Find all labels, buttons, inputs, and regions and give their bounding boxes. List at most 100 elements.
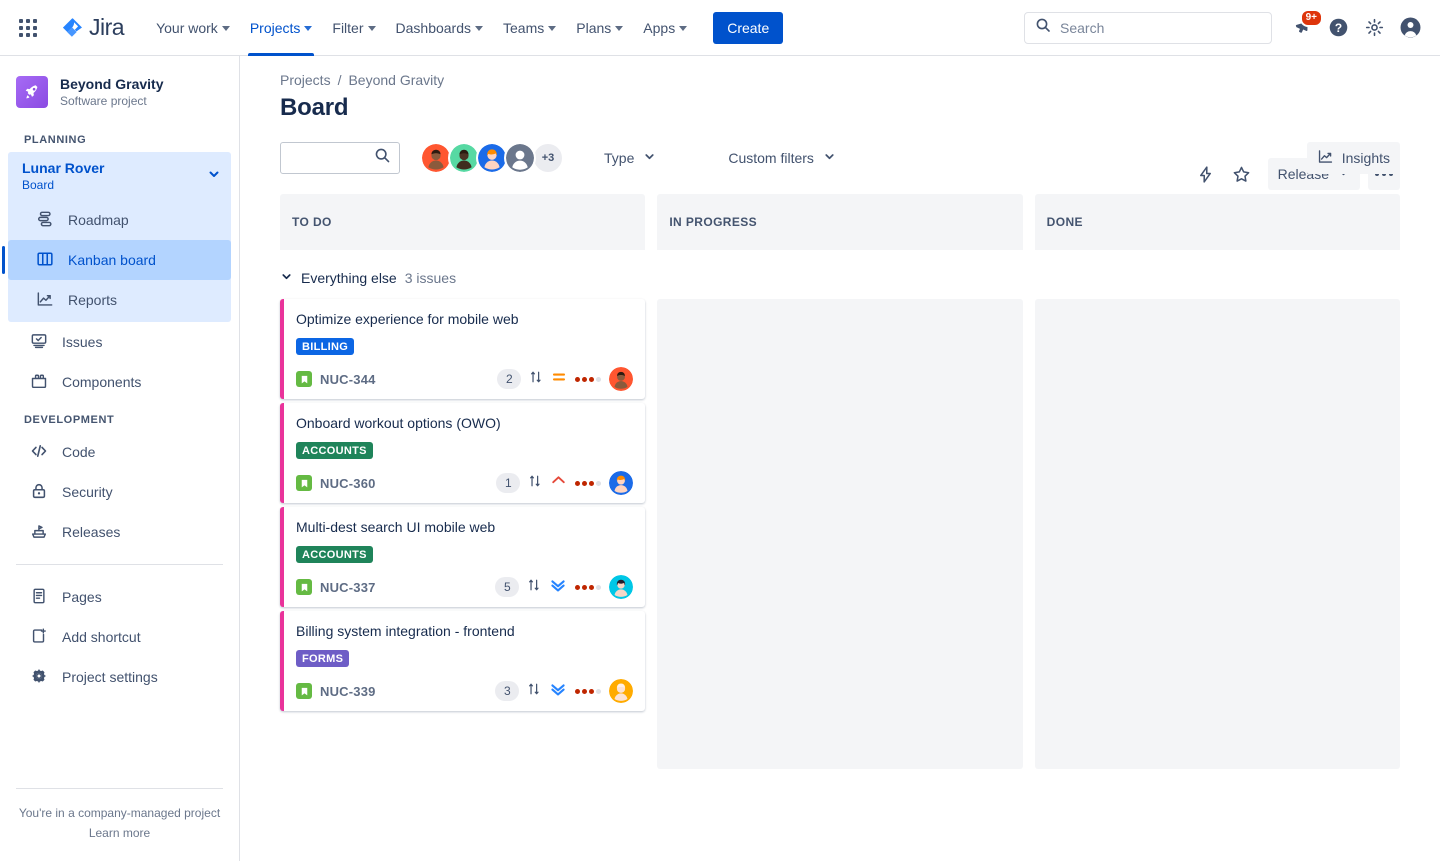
issue-card[interactable]: Optimize experience for mobile web BILLI… — [280, 299, 645, 399]
help-button[interactable]: ? — [1322, 12, 1354, 44]
issue-assignee-avatar[interactable] — [609, 575, 633, 599]
chevron-down-icon — [368, 26, 376, 31]
priority-high-icon — [550, 472, 567, 494]
sidebar-item-label: Code — [62, 444, 95, 460]
issue-card-footer: NUC-344 2 — [296, 367, 633, 391]
chevron-down-icon[interactable] — [207, 167, 221, 186]
nav-item-label: Apps — [643, 20, 675, 36]
more-dots-indicator — [575, 377, 601, 382]
notifications-button[interactable]: 9+ — [1286, 12, 1318, 44]
board-group-header[interactable]: Lunar Rover Board — [8, 152, 231, 200]
settings-button[interactable] — [1358, 12, 1390, 44]
avatar-member-4[interactable] — [504, 142, 536, 174]
custom-filters-dropdown[interactable]: Custom filters — [718, 142, 846, 174]
grid-apps-icon[interactable] — [12, 12, 44, 44]
breadcrumb-separator: / — [338, 72, 342, 88]
chevron-down-icon — [679, 26, 687, 31]
sidebar-item-security[interactable]: Security — [8, 472, 231, 512]
story-bookmark-icon — [296, 371, 312, 387]
jira-logo-mark — [60, 16, 84, 40]
global-search-input[interactable] — [1060, 20, 1261, 36]
sidebar-item-issues[interactable]: Issues — [8, 322, 231, 362]
issue-assignee-avatar[interactable] — [609, 367, 633, 391]
breadcrumb-projects[interactable]: Projects — [280, 72, 331, 88]
nav-item-filter[interactable]: Filter — [322, 0, 385, 56]
issue-estimate-badge: 2 — [497, 369, 521, 389]
profile-avatar-button[interactable] — [1394, 12, 1426, 44]
column-done: DONE — [1035, 194, 1400, 250]
lane-column-done[interactable] — [1035, 299, 1400, 769]
nav-item-apps[interactable]: Apps — [633, 0, 697, 56]
sidebar-item-components[interactable]: Components — [8, 362, 231, 402]
issue-key[interactable]: NUC-360 — [320, 476, 376, 491]
chevron-down-icon — [643, 150, 656, 166]
jira-logo[interactable]: Jira — [60, 14, 124, 41]
project-header[interactable]: Beyond Gravity Software project — [0, 56, 239, 122]
issue-label-chip: ACCOUNTS — [296, 442, 373, 459]
sidebar-item-pages[interactable]: Pages — [8, 577, 231, 617]
nav-item-teams[interactable]: Teams — [493, 0, 566, 56]
sidebar-item-releases[interactable]: Releases — [8, 512, 231, 552]
more-dots-indicator — [575, 481, 601, 486]
breadcrumb-beyond-gravity[interactable]: Beyond Gravity — [348, 72, 444, 88]
section-label-planning: PLANNING — [0, 128, 239, 152]
column-header: DONE — [1035, 194, 1400, 250]
nav-item-plans[interactable]: Plans — [566, 0, 633, 56]
board-search[interactable] — [280, 142, 400, 174]
issue-card-footer: NUC-360 1 — [296, 471, 633, 495]
column-header: TO DO — [280, 194, 645, 250]
board-group-subtitle: Board — [22, 178, 207, 192]
branch-icon — [528, 474, 542, 493]
insights-label: Insights — [1342, 150, 1390, 166]
sidebar-item-code[interactable]: Code — [8, 432, 231, 472]
issue-key[interactable]: NUC-339 — [320, 684, 376, 699]
board-filters: +3 Type Custom filters — [280, 142, 1400, 174]
lane-column-todo[interactable]: Optimize experience for mobile web BILLI… — [280, 299, 645, 769]
sidebar-item-label: Roadmap — [68, 212, 129, 228]
filter-type-dropdown[interactable]: Type — [594, 142, 666, 174]
releases-ship-icon — [30, 522, 48, 543]
nav-item-your-work[interactable]: Your work — [146, 0, 240, 56]
sidebar-item-kanban-board[interactable]: Kanban board — [8, 240, 231, 280]
breadcrumb: Projects / Beyond Gravity — [280, 72, 1400, 88]
board-main-content: Projects / Beyond Gravity Board Release — [240, 56, 1440, 861]
nav-item-projects[interactable]: Projects — [240, 0, 323, 56]
issue-label-chip: FORMS — [296, 650, 349, 667]
issue-key[interactable]: NUC-337 — [320, 580, 376, 595]
more-dots-indicator — [575, 585, 601, 590]
learn-more-link[interactable]: Learn more — [89, 826, 150, 840]
chevron-down-icon — [615, 26, 623, 31]
gear-icon — [30, 667, 48, 688]
swimlane-columns: Optimize experience for mobile web BILLI… — [280, 299, 1400, 769]
issue-card[interactable]: Billing system integration - frontend FO… — [280, 611, 645, 711]
roadmap-icon — [36, 210, 54, 231]
filter-type-label: Type — [604, 150, 634, 166]
board-search-input[interactable] — [289, 150, 374, 166]
sidebar-item-label: Issues — [62, 334, 102, 350]
column-header: IN PROGRESS — [657, 194, 1022, 250]
nav-item-dashboards[interactable]: Dashboards — [386, 0, 494, 56]
sidebar-item-add-shortcut[interactable]: Add shortcut — [8, 617, 231, 657]
issue-key[interactable]: NUC-344 — [320, 372, 376, 387]
create-button[interactable]: Create — [713, 12, 783, 44]
avatar-overflow-count[interactable]: +3 — [532, 142, 564, 174]
sidebar-divider-1 — [16, 564, 223, 565]
issue-card[interactable]: Onboard workout options (OWO) ACCOUNTS N… — [280, 403, 645, 503]
issue-assignee-avatar[interactable] — [609, 679, 633, 703]
global-search[interactable] — [1024, 12, 1272, 44]
branch-icon — [527, 578, 541, 597]
sidebar-item-reports[interactable]: Reports — [8, 280, 231, 320]
priority-lowest-icon — [549, 680, 567, 703]
sidebar-footer: You're in a company-managed project Lear… — [0, 774, 239, 861]
insights-button[interactable]: Insights — [1307, 142, 1400, 174]
issue-card[interactable]: Multi-dest search UI mobile web ACCOUNTS… — [280, 507, 645, 607]
sidebar-item-roadmap[interactable]: Roadmap — [8, 200, 231, 240]
search-icon[interactable] — [374, 147, 391, 169]
sidebar-item-label: Security — [62, 484, 113, 500]
lane-column-in-progress[interactable] — [657, 299, 1022, 769]
chevron-down-icon[interactable] — [280, 270, 293, 286]
nav-item-label: Dashboards — [396, 20, 472, 36]
sidebar-item-project-settings[interactable]: Project settings — [8, 657, 231, 697]
swimlane-header[interactable]: Everything else 3 issues — [280, 270, 1400, 286]
issue-assignee-avatar[interactable] — [609, 471, 633, 495]
